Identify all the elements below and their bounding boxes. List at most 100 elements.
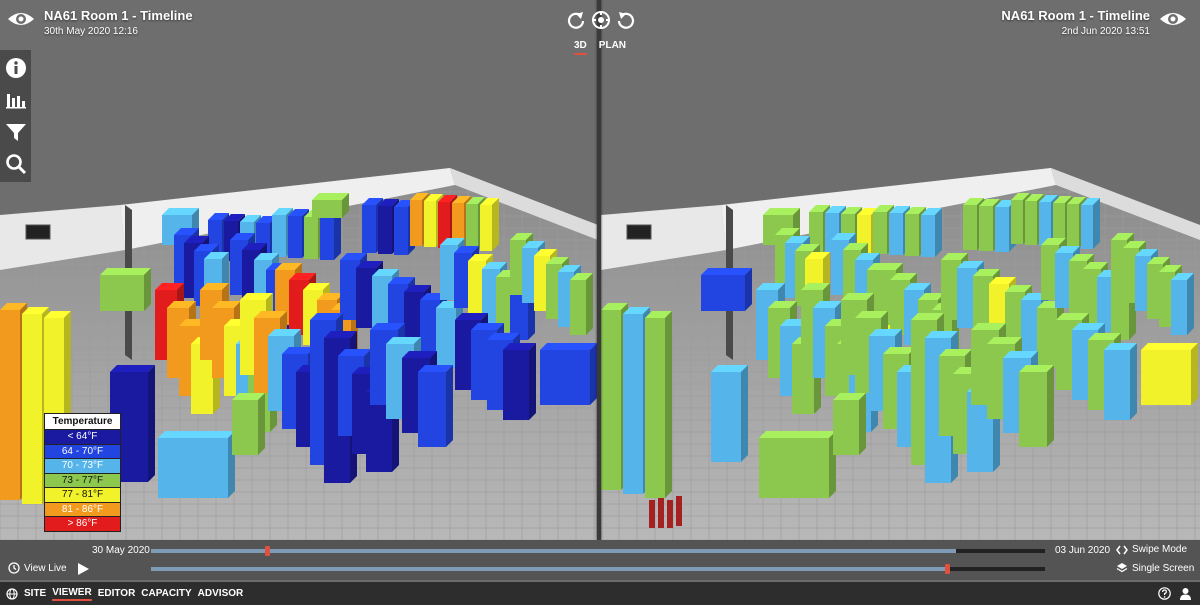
rack[interactable] xyxy=(1104,350,1130,420)
nav-site[interactable]: SITE xyxy=(24,588,46,600)
eye-icon[interactable] xyxy=(1158,9,1188,29)
timestamp-left: 30th May 2020 12:16 xyxy=(44,26,138,37)
reset-view-icon[interactable] xyxy=(591,10,611,30)
room-scene-right xyxy=(601,0,1200,540)
rack[interactable] xyxy=(963,205,977,250)
rack[interactable] xyxy=(1019,372,1047,447)
user-icon[interactable] xyxy=(1179,587,1192,600)
rotate-right-icon[interactable] xyxy=(616,10,636,30)
rack[interactable] xyxy=(1141,350,1191,405)
nav-capacity[interactable]: CAPACITY xyxy=(141,588,191,600)
timeline-handle-right[interactable] xyxy=(944,564,950,574)
rack-side xyxy=(665,311,672,498)
rack[interactable] xyxy=(1025,201,1037,245)
rack[interactable] xyxy=(1081,205,1093,249)
left-toolbar xyxy=(0,50,31,182)
legend-item: < 64°F xyxy=(45,429,120,444)
rack[interactable] xyxy=(921,215,935,257)
timeline-track-right[interactable] xyxy=(151,564,1045,574)
search-icon[interactable] xyxy=(5,153,27,175)
rotate-left-icon[interactable] xyxy=(566,10,586,30)
rack-top xyxy=(100,268,151,275)
rack[interactable] xyxy=(418,372,446,447)
rack[interactable] xyxy=(645,318,665,498)
rack[interactable] xyxy=(1037,308,1057,368)
swipe-mode-button[interactable]: Swipe Mode xyxy=(1116,544,1187,555)
rack[interactable] xyxy=(711,372,741,462)
rack-side xyxy=(258,393,265,455)
single-screen-button[interactable]: Single Screen xyxy=(1116,562,1194,574)
clock-icon xyxy=(8,562,20,574)
rack[interactable] xyxy=(759,438,829,498)
help-icon[interactable] xyxy=(1158,587,1171,600)
rack[interactable] xyxy=(1067,204,1079,248)
nav-advisor[interactable]: ADVISOR xyxy=(198,588,244,600)
legend-item: > 86°F xyxy=(45,516,120,531)
info-icon[interactable] xyxy=(5,57,27,79)
rack[interactable] xyxy=(623,314,643,494)
rack[interactable] xyxy=(288,216,302,258)
rack-top xyxy=(759,431,836,438)
rack[interactable] xyxy=(312,200,342,218)
single-screen-label: Single Screen xyxy=(1132,562,1195,574)
legend-item: 70 - 73°F xyxy=(45,458,120,473)
rack[interactable] xyxy=(232,400,258,455)
rack[interactable] xyxy=(394,207,408,255)
right-3d-view[interactable]: NA61 Room 1 - Timeline 2nd Jun 2020 13:5… xyxy=(601,0,1200,540)
rack[interactable] xyxy=(158,438,228,498)
mode-plan-button[interactable]: PLAN xyxy=(599,40,626,55)
rack[interactable] xyxy=(436,308,456,368)
swipe-mode-label: Swipe Mode xyxy=(1132,544,1188,555)
legend-item: 64 - 70°F xyxy=(45,443,120,458)
legend-item: 73 - 77°F xyxy=(45,472,120,487)
rack[interactable] xyxy=(905,214,919,256)
room-title-right: NA61 Room 1 - Timeline xyxy=(1001,8,1150,23)
bottom-nav-bar: SITE VIEWER EDITOR CAPACITY ADVISOR xyxy=(0,582,1200,605)
rack[interactable] xyxy=(979,206,993,251)
layers-icon xyxy=(1116,563,1128,573)
rack[interactable] xyxy=(410,200,422,246)
eye-icon[interactable] xyxy=(6,9,36,29)
rack[interactable] xyxy=(0,310,20,500)
rack[interactable] xyxy=(272,215,286,257)
app-root: NA61 Room 1 - Timeline 30th May 2020 12:… xyxy=(0,0,1200,605)
rack[interactable] xyxy=(304,217,318,259)
rack[interactable] xyxy=(540,350,590,405)
rack[interactable] xyxy=(1011,200,1023,244)
rack[interactable] xyxy=(503,350,529,420)
filter-icon[interactable] xyxy=(5,121,27,143)
split-divider[interactable] xyxy=(597,0,601,540)
rack-side xyxy=(1047,365,1054,447)
rack[interactable] xyxy=(601,310,621,490)
rack-side xyxy=(446,365,453,447)
play-icon[interactable] xyxy=(76,562,90,576)
rack[interactable] xyxy=(22,314,42,504)
left-3d-view[interactable]: NA61 Room 1 - Timeline 30th May 2020 12:… xyxy=(0,0,598,540)
rack[interactable] xyxy=(362,205,376,253)
timeline-handle-left[interactable] xyxy=(265,546,271,556)
mode-3d-button[interactable]: 3D xyxy=(574,40,587,55)
timeline-track-left[interactable] xyxy=(151,546,1045,556)
bar-chart-icon[interactable] xyxy=(5,89,27,111)
rack[interactable] xyxy=(873,212,887,254)
nav-viewer[interactable]: VIEWER xyxy=(52,587,92,601)
rack[interactable] xyxy=(424,201,436,247)
rack[interactable] xyxy=(889,213,903,255)
rack[interactable] xyxy=(378,206,392,254)
nav-editor[interactable]: EDITOR xyxy=(98,588,136,600)
rack[interactable] xyxy=(1171,280,1187,335)
rack[interactable] xyxy=(701,275,745,311)
rack[interactable] xyxy=(570,280,586,335)
rack[interactable] xyxy=(833,400,859,455)
timeline-start-date: 30 May 2020 xyxy=(92,545,150,556)
view-controls xyxy=(566,10,636,30)
rack[interactable] xyxy=(320,218,334,260)
rack[interactable] xyxy=(995,207,1009,252)
rack[interactable] xyxy=(480,205,492,251)
room-title-left: NA61 Room 1 - Timeline xyxy=(44,8,193,23)
rack-side xyxy=(144,268,151,311)
rack-top xyxy=(110,365,155,372)
rack[interactable] xyxy=(466,204,478,250)
rack[interactable] xyxy=(100,275,144,311)
view-live-button[interactable]: View Live xyxy=(8,562,67,574)
